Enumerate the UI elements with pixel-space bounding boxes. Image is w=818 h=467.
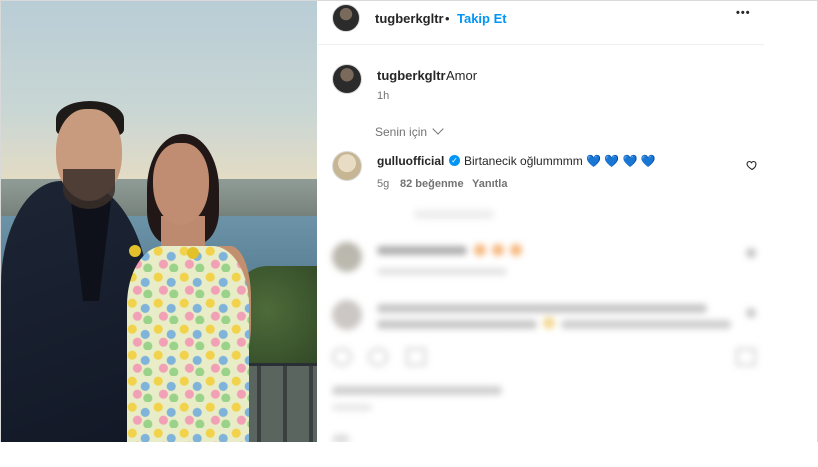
more-options-icon[interactable]: •••	[736, 7, 751, 19]
caption-text: Amor	[446, 68, 478, 83]
comment-time[interactable]: 5g	[377, 178, 389, 190]
author-avatar[interactable]	[332, 4, 360, 32]
heart-icon[interactable]	[746, 159, 758, 171]
comment-author[interactable]: gulluofficial	[377, 154, 444, 168]
comment-likes[interactable]: 82 beğenme	[400, 178, 464, 190]
photo-woman-face	[153, 143, 209, 225]
photo-boutonniere	[129, 245, 141, 257]
verified-badge-icon: ✓	[449, 155, 460, 166]
comment-reply-button[interactable]: Yanıtla	[472, 178, 507, 190]
post-side-panel: tugberkgltr • Takip Et ••• tugberkgltr A…	[318, 1, 764, 444]
caption-author[interactable]: tugberkgltr	[377, 68, 446, 83]
bottom-margin	[0, 442, 818, 467]
photo-man-beard	[63, 169, 115, 209]
photo-dress-flower	[187, 247, 199, 259]
comments-filter-label[interactable]: Senin için	[375, 125, 427, 139]
author-username[interactable]: tugberkgltr	[375, 11, 444, 26]
comment-text: Birtanecik oğlummmm 💙 💙 💙 💙	[464, 154, 656, 168]
photo-woman-dress	[127, 246, 249, 442]
post-header: tugberkgltr • Takip Et •••	[318, 1, 764, 45]
follow-button[interactable]: Takip Et	[457, 11, 507, 26]
blur-overlay	[318, 206, 764, 442]
caption-author-avatar[interactable]	[332, 64, 362, 94]
comment-author-avatar[interactable]	[332, 151, 362, 181]
post-photo[interactable]	[1, 1, 317, 442]
header-separator: •	[445, 11, 450, 26]
caption-time[interactable]: 1h	[377, 90, 389, 102]
chevron-down-icon[interactable]	[432, 123, 444, 135]
